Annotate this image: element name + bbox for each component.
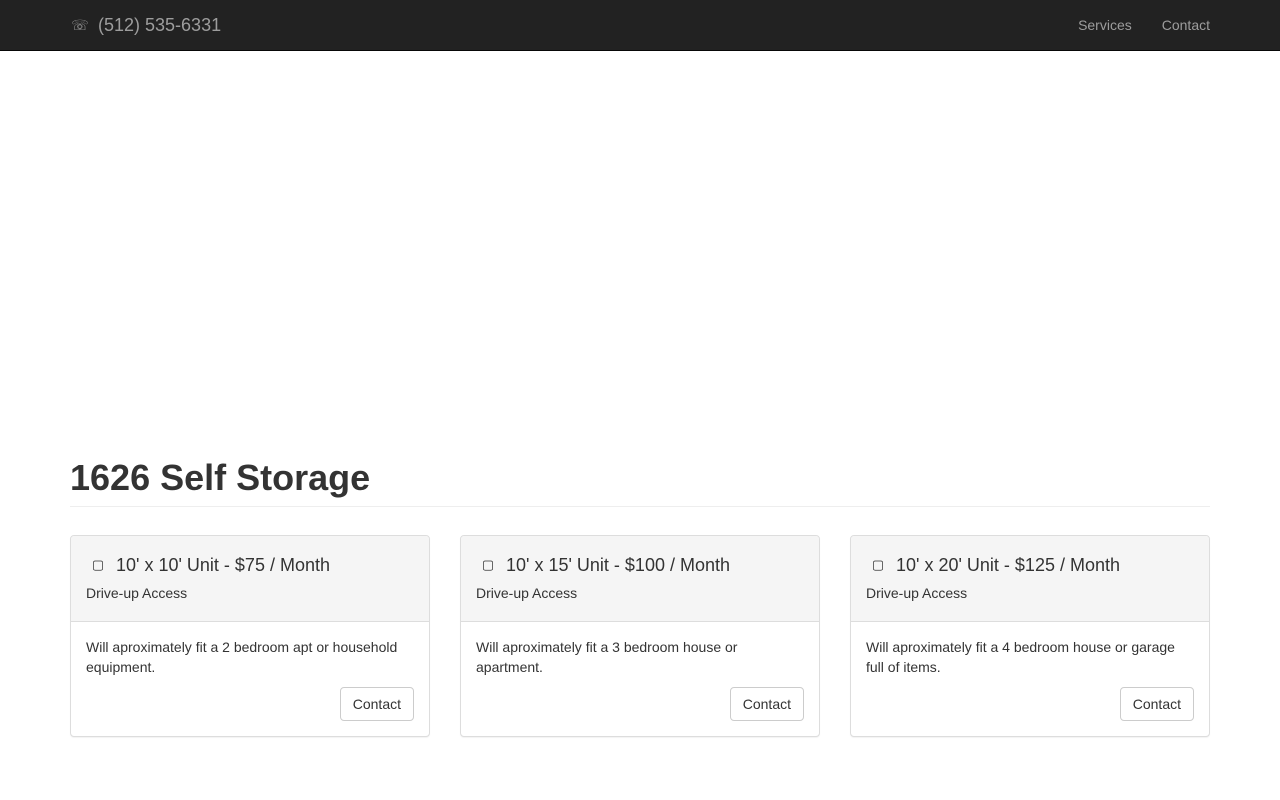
nav-link-contact[interactable]: Contact bbox=[1162, 17, 1210, 33]
unit-title-text: 10' x 20' Unit - $125 / Month bbox=[896, 554, 1120, 575]
unit-description: Will aproximately fit a 2 bedroom apt or… bbox=[86, 639, 398, 675]
box-icon: ▢ bbox=[871, 557, 885, 572]
phone-icon: ☏ bbox=[71, 16, 89, 33]
unit-description: Will aproximately fit a 4 bedroom house … bbox=[866, 639, 1175, 675]
unit-card-title: ▢ 10' x 20' Unit - $125 / Month bbox=[866, 551, 1194, 579]
nav-links: Services Contact bbox=[1048, 0, 1210, 50]
nav-link-services[interactable]: Services bbox=[1078, 17, 1132, 33]
unit-card: ▢ 10' x 20' Unit - $125 / Month Drive-up… bbox=[850, 535, 1210, 737]
hero-area bbox=[0, 51, 1280, 441]
contact-button[interactable]: Contact bbox=[729, 687, 804, 721]
unit-card: ▢ 10' x 10' Unit - $75 / Month Drive-up … bbox=[70, 535, 430, 737]
unit-card-heading: ▢ 10' x 15' Unit - $100 / Month Drive-up… bbox=[461, 536, 819, 622]
phone-number: (512) 535-6331 bbox=[98, 14, 222, 35]
box-icon: ▢ bbox=[481, 557, 495, 572]
unit-card-title: ▢ 10' x 15' Unit - $100 / Month bbox=[476, 551, 804, 579]
top-navbar: ☏ (512) 535-6331 Services Contact bbox=[0, 0, 1280, 51]
page-header: 1626 Self Storage bbox=[70, 458, 1210, 507]
contact-button[interactable]: Contact bbox=[339, 687, 414, 721]
unit-description: Will aproximately fit a 3 bedroom house … bbox=[476, 639, 738, 675]
unit-subtitle: Drive-up Access bbox=[866, 585, 968, 601]
unit-card-title: ▢ 10' x 10' Unit - $75 / Month bbox=[86, 551, 414, 579]
page-title: 1626 Self Storage bbox=[70, 457, 371, 498]
phone-link[interactable]: ☏ (512) 535-6331 bbox=[70, 0, 221, 50]
unit-card-heading: ▢ 10' x 10' Unit - $75 / Month Drive-up … bbox=[71, 536, 429, 622]
box-icon: ▢ bbox=[91, 557, 105, 572]
unit-cards: ▢ 10' x 10' Unit - $75 / Month Drive-up … bbox=[70, 535, 1210, 737]
unit-card-heading: ▢ 10' x 20' Unit - $125 / Month Drive-up… bbox=[851, 536, 1209, 622]
unit-title-text: 10' x 15' Unit - $100 / Month bbox=[506, 554, 730, 575]
unit-card: ▢ 10' x 15' Unit - $100 / Month Drive-up… bbox=[460, 535, 820, 737]
unit-title-text: 10' x 10' Unit - $75 / Month bbox=[116, 554, 330, 575]
unit-subtitle: Drive-up Access bbox=[476, 585, 578, 601]
contact-button[interactable]: Contact bbox=[1119, 687, 1194, 721]
unit-subtitle: Drive-up Access bbox=[86, 585, 188, 601]
